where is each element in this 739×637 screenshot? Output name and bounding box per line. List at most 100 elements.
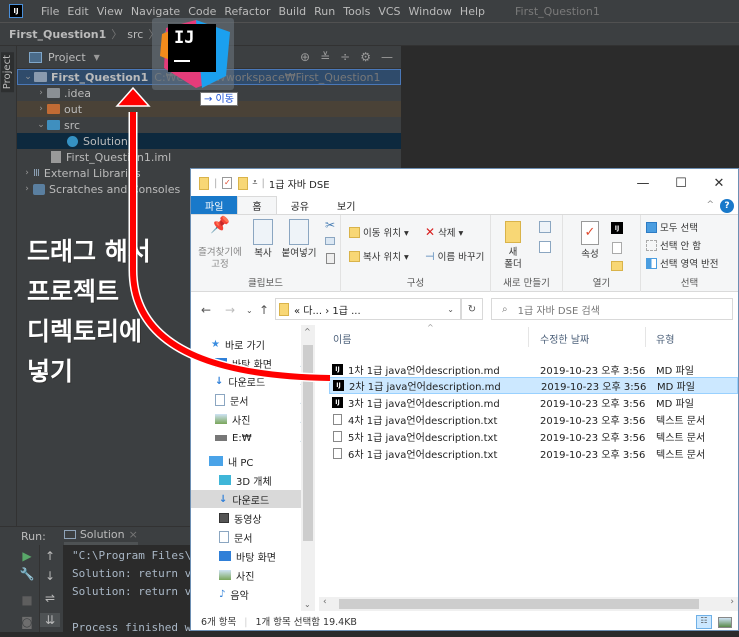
chevron-down-icon[interactable]: ▼	[94, 53, 100, 62]
scrollbar-thumb[interactable]	[303, 345, 313, 541]
horizontal-scrollbar[interactable]: ‹ ›	[319, 597, 738, 611]
recent-locations-button[interactable]: ⌄	[246, 306, 253, 315]
scrollbar-thumb[interactable]	[339, 599, 699, 609]
select-all-button[interactable]: 모두 선택	[646, 220, 698, 234]
search-input[interactable]: ⌕ 1급 자바 DSE 검색	[491, 298, 733, 320]
run-tab-solution[interactable]: Solution ×	[63, 528, 138, 545]
hide-icon[interactable]: —	[381, 50, 393, 64]
rerun-icon[interactable]: ▶	[17, 549, 37, 563]
edit-icon[interactable]	[612, 242, 622, 254]
chevron-right-icon[interactable]: ›	[21, 184, 33, 194]
history-icon[interactable]	[611, 261, 623, 271]
file-row-selected[interactable]: IJ 2차 1급 java언어description.md 2019-10-23…	[329, 377, 738, 394]
tab-share[interactable]: 공유	[277, 196, 323, 214]
properties-quick-icon[interactable]: ✓	[222, 177, 233, 189]
select-none-button[interactable]: 선택 안 함	[646, 238, 701, 252]
chevron-right-icon[interactable]: ›	[21, 168, 33, 178]
menu-file[interactable]: File	[41, 5, 59, 18]
new-folder-button[interactable]: 새 폴더	[501, 221, 525, 271]
properties-button[interactable]: ✓ 속성	[577, 221, 603, 261]
up-button[interactable]: ↑	[259, 303, 269, 317]
new-item-icon[interactable]	[539, 221, 551, 233]
pin-to-quick-access-button[interactable]: 📌 즐겨찾기에 고정	[195, 217, 245, 271]
gear-icon[interactable]: ⚙	[360, 50, 371, 64]
details-view-button[interactable]: ☷	[696, 615, 712, 629]
nav-item-quick-access[interactable]: ★ 바로 가기	[211, 335, 307, 353]
maximize-button[interactable]: ☐	[662, 169, 700, 197]
file-row[interactable]: 4차 1급 java언어description.txt 2019-10-23 오…	[329, 411, 738, 428]
column-divider[interactable]	[645, 327, 646, 347]
column-header-name[interactable]: 이름	[333, 331, 351, 346]
paste-button[interactable]: 붙여넣기	[279, 219, 319, 260]
nav-scrollbar[interactable]: ^ ⌄	[301, 325, 315, 611]
copy-button[interactable]: 복사	[249, 219, 277, 260]
address-bar[interactable]: « 다... › 1급 ... ⌄	[275, 298, 461, 320]
chevron-down-icon[interactable]: ⌄	[35, 120, 47, 130]
menu-build[interactable]: Build	[279, 5, 307, 18]
expand-all-icon[interactable]: ≚	[320, 50, 330, 64]
tree-item-solution[interactable]: Solution	[17, 133, 401, 149]
minimize-button[interactable]: —	[624, 169, 662, 197]
breadcrumb-src[interactable]: src	[127, 28, 143, 41]
easy-access-icon[interactable]	[539, 241, 551, 253]
camera-icon[interactable]: ◙	[17, 615, 37, 629]
back-button[interactable]: ←	[201, 303, 211, 317]
scroll-left-icon[interactable]: ‹	[323, 597, 327, 607]
menu-tools[interactable]: Tools	[343, 5, 370, 18]
paste-shortcut-icon[interactable]	[326, 253, 335, 264]
menu-navigate[interactable]: Navigate	[131, 5, 180, 18]
refresh-button[interactable]: ↻	[461, 298, 483, 320]
scroll-down-icon[interactable]: ⌄	[304, 600, 311, 609]
cut-icon[interactable]: ✂	[325, 218, 335, 232]
menu-vcs[interactable]: VCS	[378, 5, 400, 18]
nav-item-documents[interactable]: 문서 📌	[215, 391, 311, 409]
nav-item-this-pc[interactable]: 내 PC	[209, 452, 305, 470]
menu-refactor[interactable]: Refactor	[224, 5, 270, 18]
chevron-right-icon[interactable]: ›	[35, 104, 47, 114]
tree-item-iml[interactable]: First_Question1.iml	[17, 149, 401, 165]
breadcrumb-project[interactable]: First_Question1	[9, 28, 106, 41]
help-icon[interactable]: ?	[720, 199, 734, 213]
copy-to-button[interactable]: 복사 위치 ▾	[349, 249, 409, 263]
chevron-down-icon[interactable]: ⌄	[447, 305, 454, 314]
intellij-open-icon[interactable]: IJ	[611, 222, 623, 234]
chevron-down-icon[interactable]: ⌄	[22, 72, 34, 82]
rename-button[interactable]: ⊣ 이름 바꾸기	[425, 249, 484, 264]
move-to-button[interactable]: 이동 위치 ▾	[349, 225, 409, 239]
address-path[interactable]: « 다... › 1급 ...	[294, 302, 361, 317]
menu-help[interactable]: Help	[460, 5, 485, 18]
new-folder-quick-icon[interactable]	[238, 176, 249, 190]
nav-item-desktop[interactable]: 바탕 화면 📌	[215, 354, 311, 372]
scroll-right-icon[interactable]: ›	[730, 597, 734, 607]
nav-item-drive-e[interactable]: E:₩ 📌	[215, 429, 311, 447]
invert-selection-button[interactable]: 선택 영역 반전	[646, 256, 718, 270]
file-row[interactable]: IJ 3차 1급 java언어description.md 2019-10-23…	[329, 394, 738, 411]
file-row[interactable]: 5차 1급 java언어description.txt 2019-10-23 오…	[329, 428, 738, 445]
column-header-date[interactable]: 수정한 날짜	[540, 331, 589, 346]
file-row[interactable]: IJ 1차 1급 java언어description.md 2019-10-23…	[329, 361, 738, 378]
copy-path-icon[interactable]	[325, 237, 335, 245]
close-button[interactable]: ✕	[700, 169, 738, 197]
nav-item-pictures[interactable]: 사진 📌	[215, 410, 311, 428]
collapse-all-icon[interactable]: ÷	[340, 50, 350, 64]
tree-item-src[interactable]: ⌄ src	[17, 117, 401, 133]
project-view-selector[interactable]: Project	[48, 51, 86, 64]
arrow-up-icon[interactable]: ↑	[40, 549, 60, 563]
customize-quick-access-icon[interactable]: ⩡	[252, 178, 257, 188]
delete-button[interactable]: ✕ 삭제 ▾	[425, 225, 463, 239]
nav-item-downloads-pc[interactable]: ↓ 다운로드	[191, 490, 301, 508]
forward-button[interactable]: →	[225, 303, 235, 317]
tab-view[interactable]: 보기	[323, 196, 369, 214]
close-icon[interactable]: ×	[129, 528, 138, 541]
scroll-up-icon[interactable]: ^	[304, 327, 311, 336]
menu-edit[interactable]: Edit	[67, 5, 88, 18]
nav-item-downloads[interactable]: ↓ 다운로드 📌	[215, 372, 311, 390]
arrow-down-icon[interactable]: ↓	[40, 569, 60, 583]
column-divider[interactable]	[528, 327, 529, 347]
wrench-icon[interactable]: 🔧	[17, 567, 37, 581]
tab-file[interactable]: 파일	[191, 196, 238, 214]
soft-wrap-icon[interactable]: ⇌	[40, 591, 60, 605]
large-icons-view-button[interactable]	[718, 617, 732, 628]
project-tool-button[interactable]: Project	[1, 52, 14, 93]
column-header-type[interactable]: 유형	[656, 331, 674, 346]
